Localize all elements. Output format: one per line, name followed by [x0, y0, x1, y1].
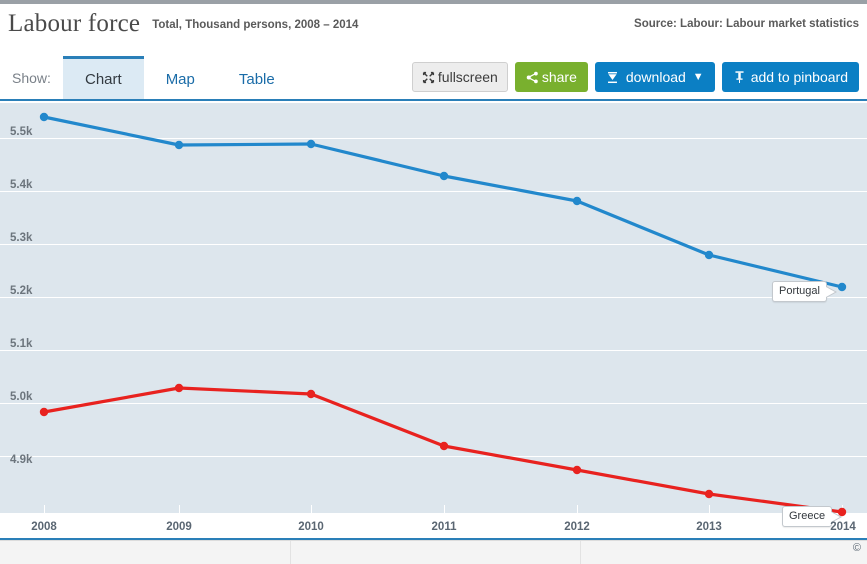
- footer-cell[interactable]: [290, 541, 580, 564]
- xtick-label-2014: 2014: [830, 521, 856, 533]
- xtick-label-2008: 2008: [31, 521, 57, 533]
- tab-table-label: Table: [238, 70, 275, 88]
- fullscreen-button[interactable]: fullscreen: [411, 62, 508, 92]
- xtick-label-2013: 2013: [696, 521, 722, 533]
- ytick-label-4900: 4.9k: [10, 454, 33, 466]
- series-label-portugal[interactable]: Portugal: [772, 281, 837, 302]
- series-canvas: [39, 112, 847, 517]
- tab-chart-label: Chart: [85, 70, 122, 88]
- download-icon: [606, 71, 619, 84]
- view-tabs: Chart Map Table: [63, 56, 297, 99]
- add-to-pinboard-button[interactable]: add to pinboard: [721, 62, 859, 92]
- fullscreen-label: fullscreen: [437, 69, 498, 85]
- series-label-greece[interactable]: Greece: [782, 506, 843, 527]
- ytick-label-5100: 5.1k: [10, 338, 33, 350]
- series-markers-portugal: [39, 112, 847, 292]
- series-line-portugal: [42, 115, 844, 289]
- download-label: download: [625, 69, 686, 85]
- tab-table[interactable]: Table: [217, 56, 297, 99]
- toolbar: Show: Chart Map Table fullscreen share d…: [0, 56, 867, 101]
- header: Labour force Total, Thousand persons, 20…: [0, 4, 867, 56]
- copyright-label: ©: [852, 542, 861, 554]
- share-icon: [526, 71, 539, 84]
- ytick-label-5500: 5.5k: [10, 126, 33, 138]
- source-label: Source: Labour: Labour market statistics: [634, 18, 859, 30]
- footer-cell[interactable]: [580, 541, 867, 564]
- footer-bar: [0, 540, 867, 564]
- chart-plot-area: Portugal Greece: [0, 103, 867, 527]
- ytick-label-5000: 5.0k: [10, 391, 33, 403]
- pin-icon: [733, 70, 746, 84]
- tab-chart[interactable]: Chart: [63, 56, 144, 99]
- xtick-label-2010: 2010: [298, 521, 324, 533]
- ytick-label-5400: 5.4k: [10, 179, 33, 191]
- footer-cell[interactable]: [0, 541, 290, 564]
- share-button[interactable]: share: [514, 62, 588, 92]
- chart-widget: Labour force Total, Thousand persons, 20…: [0, 0, 867, 564]
- tab-map[interactable]: Map: [144, 56, 217, 99]
- title-group: Labour force Total, Thousand persons, 20…: [8, 10, 358, 38]
- tab-map-label: Map: [165, 70, 195, 88]
- ytick-label-5300: 5.3k: [10, 232, 33, 244]
- show-label: Show:: [12, 70, 51, 86]
- pinboard-label: add to pinboard: [750, 69, 848, 85]
- xtick-label-2012: 2012: [564, 521, 590, 533]
- download-button[interactable]: download ▼: [594, 62, 715, 92]
- chevron-down-icon: ▼: [692, 71, 704, 83]
- xtick-label-2009: 2009: [166, 521, 192, 533]
- page-subtitle: Total, Thousand persons, 2008 – 2014: [152, 19, 359, 31]
- xtick-label-2011: 2011: [431, 521, 457, 533]
- ytick-label-5200: 5.2k: [10, 285, 33, 297]
- fullscreen-icon: [422, 71, 435, 84]
- toolbar-actions: fullscreen share download ▼ add to pinbo…: [411, 62, 859, 92]
- share-label: share: [541, 69, 577, 85]
- page-title: Labour force: [8, 10, 141, 37]
